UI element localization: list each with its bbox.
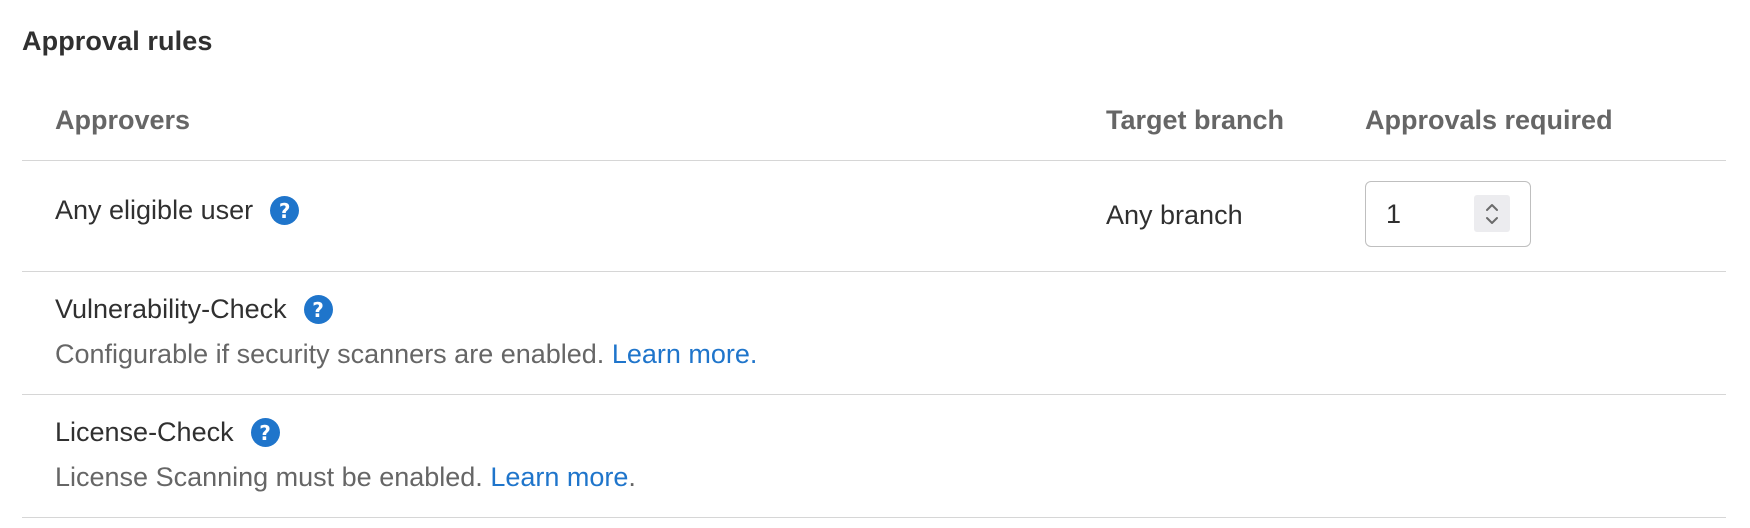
- learn-more-link[interactable]: Learn more: [490, 462, 628, 492]
- rule-name-line: Vulnerability-Check ?: [55, 294, 333, 325]
- approval-rules-table: Approvers Target branch Approvals requir…: [22, 94, 1726, 518]
- target-branch-value: Any branch: [1106, 200, 1243, 230]
- learn-more-link[interactable]: Learn more.: [612, 339, 758, 369]
- column-header-target-branch: Target branch: [1106, 105, 1285, 135]
- question-circle-icon[interactable]: ?: [270, 196, 300, 225]
- rule-description-suffix: .: [628, 462, 636, 492]
- chevron-up-down-icon[interactable]: [1474, 195, 1510, 232]
- rule-name: License-Check: [55, 417, 234, 447]
- rule-description: License Scanning must be enabled. Learn …: [55, 462, 636, 493]
- approvals-required-input[interactable]: 1: [1386, 199, 1401, 230]
- rule-description-text: License Scanning must be enabled.: [55, 462, 483, 492]
- question-circle-icon[interactable]: ?: [303, 295, 333, 324]
- rule-name: Vulnerability-Check: [55, 294, 287, 324]
- rule-description-text: Configurable if security scanners are en…: [55, 339, 605, 369]
- approvals-required-stepper[interactable]: 1: [1365, 181, 1531, 247]
- rule-row-any-eligible-user: Any eligible user ? Any branch 1: [22, 161, 1726, 272]
- section-title: Approval rules: [22, 26, 213, 56]
- rule-row-vulnerability-check: Vulnerability-Check ? Configurable if se…: [22, 272, 1726, 395]
- rule-description: Configurable if security scanners are en…: [55, 339, 757, 370]
- rule-name-line: Any eligible user ?: [55, 195, 300, 226]
- table-header-row: Approvers Target branch Approvals requir…: [22, 94, 1726, 161]
- rule-name-line: License-Check ?: [55, 417, 280, 448]
- question-circle-icon[interactable]: ?: [250, 418, 280, 447]
- rule-row-license-check: License-Check ? License Scanning must be…: [22, 395, 1726, 518]
- column-header-approvals-required: Approvals required: [1365, 105, 1613, 135]
- column-header-approvers: Approvers: [55, 105, 191, 135]
- rule-name: Any eligible user: [55, 195, 254, 225]
